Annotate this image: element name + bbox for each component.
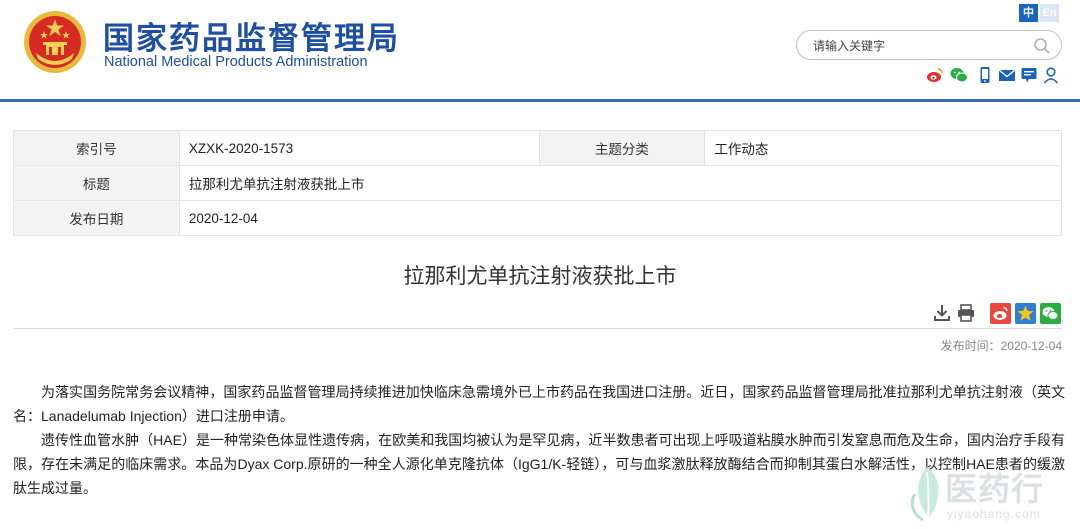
share-wechat-icon[interactable]: [1040, 303, 1061, 324]
table-row: 发布日期 2020-12-04: [13, 200, 1063, 236]
download-icon[interactable]: [932, 303, 952, 323]
table-row: 索引号 XZXK-2020-1573 主题分类 工作动态: [13, 130, 1062, 166]
category-label: 主题分类: [538, 130, 706, 166]
print-icon[interactable]: [956, 303, 976, 323]
org-name-cn[interactable]: 国家药品监督管理局: [103, 13, 400, 58]
category-value: 工作动态: [704, 130, 1062, 166]
watermark-text: 医药行: [945, 471, 1045, 507]
weibo-icon[interactable]: [926, 66, 944, 84]
index-value: XZXK-2020-1573: [178, 130, 540, 166]
wechat-icon[interactable]: [950, 66, 968, 84]
watermark-url: yiyaohang.com: [947, 507, 1041, 521]
search-box: [796, 30, 1062, 60]
lang-en-button[interactable]: En: [1040, 4, 1059, 22]
leaf-icon: [910, 466, 939, 522]
table-row: 标题 拉那利尤单抗注射液获批上市: [13, 165, 1063, 201]
title-value: 拉那利尤单抗注射液获批上市: [178, 165, 1063, 201]
share-qzone-icon[interactable]: [1015, 303, 1036, 324]
header-divider: [0, 99, 1080, 102]
mobile-icon[interactable]: [976, 66, 994, 84]
mail-icon[interactable]: [998, 66, 1016, 84]
title-label: 标题: [13, 165, 180, 201]
article-paragraph: 为落实国务院常务会议精神，国家药品监督管理局持续推进加快临床急需境外已上市药品在…: [13, 384, 1065, 424]
article-info-table: 索引号 XZXK-2020-1573 主题分类 工作动态 标题 拉那利尤单抗注射…: [13, 130, 1063, 236]
index-label: 索引号: [13, 130, 180, 166]
article-divider: [13, 328, 1062, 329]
article-title: 拉那利尤单抗注射液获批上市: [403, 265, 677, 288]
article-tools: [930, 303, 1062, 324]
publish-time: 发布时间：2020-12-04: [940, 339, 1062, 353]
search-input[interactable]: [811, 36, 1015, 56]
message-icon[interactable]: [1020, 66, 1038, 84]
watermark-logo: 医药行 yiyaohang.com: [905, 460, 1075, 526]
site-header: 国家药品监督管理局 National Medical Products Admi…: [0, 0, 1080, 100]
date-label: 发布日期: [13, 200, 180, 236]
search-icon[interactable]: [1033, 37, 1051, 55]
lang-zh-button[interactable]: 中: [1019, 4, 1038, 22]
org-name-en[interactable]: National Medical Products Administration: [104, 54, 368, 70]
national-emblem-icon: [24, 11, 86, 73]
share-weibo-icon[interactable]: [990, 303, 1011, 324]
date-value: 2020-12-04: [178, 200, 1063, 236]
user-icon[interactable]: [1042, 66, 1060, 84]
